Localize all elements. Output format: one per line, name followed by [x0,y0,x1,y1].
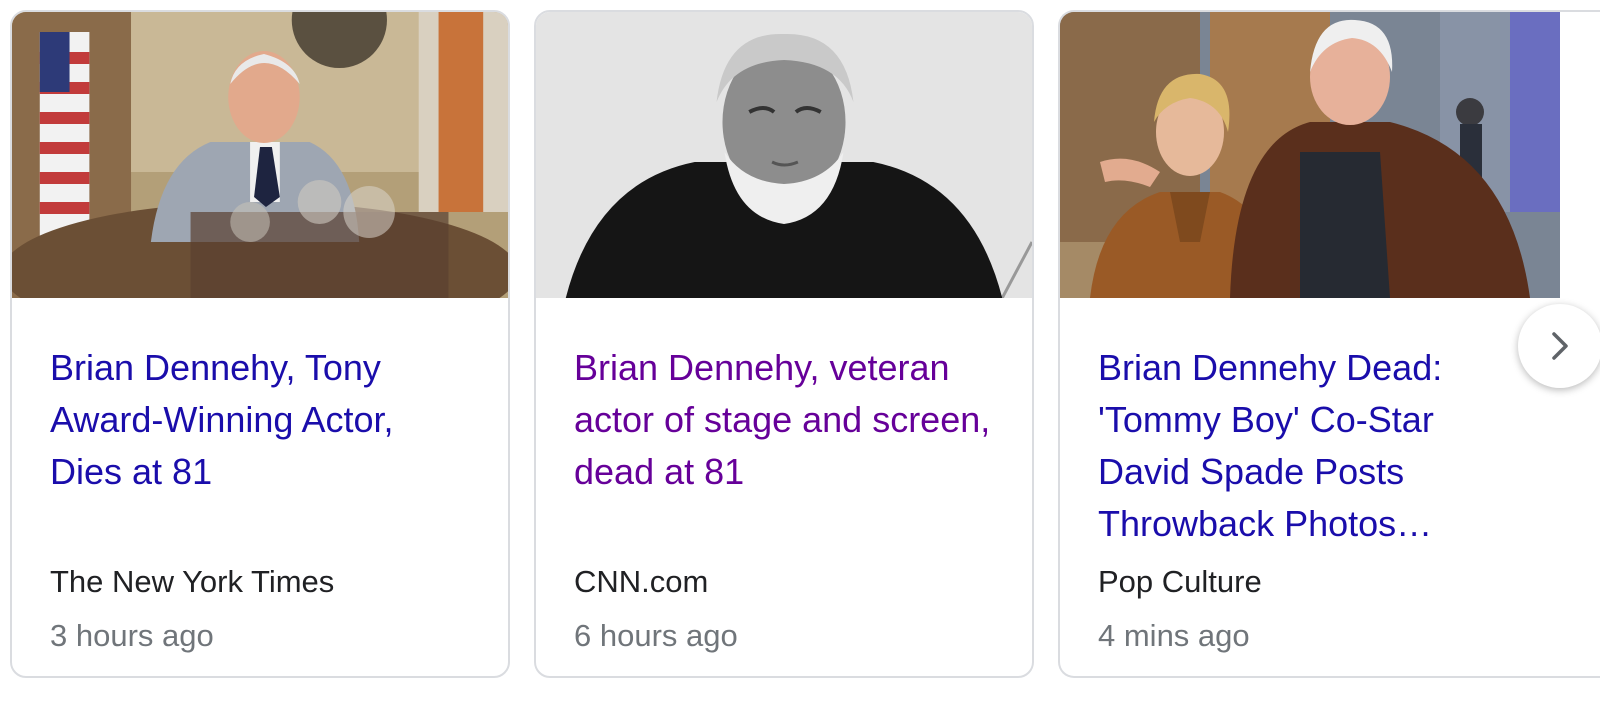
news-timestamp: 3 hours ago [50,618,214,653]
news-thumbnail[interactable] [1060,12,1560,298]
news-thumbnail[interactable] [536,12,1032,298]
carousel-next-button[interactable] [1518,304,1600,388]
news-headline-link[interactable]: Brian Dennehy, Tony Award-Winning Actor,… [50,342,470,498]
news-timestamp: 6 hours ago [574,618,738,653]
chevron-right-icon [1552,332,1568,360]
news-source: The New York Times [50,564,335,599]
news-source: CNN.com [574,564,709,599]
news-source: Pop Culture [1098,564,1262,599]
news-carousel: Brian Dennehy, Tony Award-Winning Actor,… [0,0,1600,704]
news-headline-link[interactable]: Brian Dennehy, veteran actor of stage an… [574,342,994,498]
news-card[interactable]: Brian Dennehy, veteran actor of stage an… [534,10,1034,678]
news-timestamp: 4 mins ago [1098,618,1250,653]
news-thumbnail[interactable] [12,12,508,298]
news-card[interactable]: Brian Dennehy, Tony Award-Winning Actor,… [10,10,510,678]
news-headline-link[interactable]: Brian Dennehy Dead: 'Tommy Boy' Co-Star … [1098,342,1518,550]
